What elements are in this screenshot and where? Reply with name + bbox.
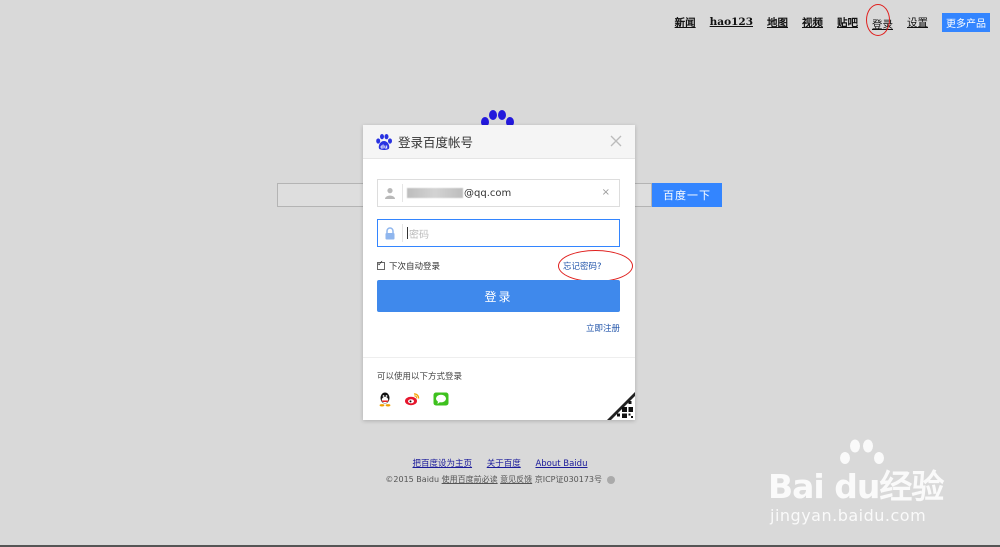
search-button[interactable]: 百度一下 <box>652 183 722 207</box>
password-placeholder: 密码 <box>409 229 429 241</box>
annotation-circle-login <box>866 3 890 36</box>
dialog-title: 登录百度帐号 <box>398 135 474 150</box>
watermark-title: Bai du经验 <box>768 467 944 506</box>
close-icon[interactable] <box>609 134 623 148</box>
login-dialog: du 登录百度帐号 @qq.com × 密码 下次自动登 <box>363 125 635 420</box>
nav-video[interactable]: 视频 <box>802 15 823 30</box>
wechat-icon[interactable] <box>433 391 449 407</box>
nav-login-wrapper: 登录 <box>866 3 893 36</box>
nav-tieba[interactable]: 贴吧 <box>837 15 858 30</box>
footer-link-about-en[interactable]: About Baidu <box>535 459 587 469</box>
footer-link-must-read[interactable]: 使用百度前必读 <box>442 475 498 484</box>
police-badge-icon <box>606 475 615 484</box>
svg-text:du: du <box>380 144 388 150</box>
icp-text: 京ICP证030173号 <box>534 475 603 484</box>
qq-icon[interactable] <box>377 391 393 407</box>
nav-hao123[interactable]: hao123 <box>710 16 753 28</box>
watermark-url: jingyan.baidu.com <box>770 506 927 525</box>
divider <box>363 357 635 358</box>
field-separator <box>402 184 403 202</box>
footer-link-about[interactable]: 关于百度 <box>487 459 521 469</box>
annotation-circle-forgot <box>558 250 633 282</box>
username-field[interactable]: @qq.com × <box>377 179 620 207</box>
baidu-paw-icon: du <box>376 133 392 150</box>
other-login-label: 可以使用以下方式登录 <box>377 372 463 382</box>
nav-settings[interactable]: 设置 <box>907 15 928 30</box>
register-link[interactable]: 立即注册 <box>586 322 620 334</box>
qrcode-icon[interactable] <box>607 392 635 420</box>
top-nav: 新闻 hao123 地图 视频 贴吧 登录 设置 更多产品 <box>661 3 990 36</box>
nav-map[interactable]: 地图 <box>767 15 788 30</box>
remember-label: 下次自动登录 <box>389 262 441 272</box>
text-caret <box>407 227 408 239</box>
dialog-header: du 登录百度帐号 <box>363 125 635 159</box>
login-button[interactable]: 登录 <box>377 280 620 312</box>
user-icon <box>378 180 402 206</box>
masked-username <box>407 188 463 198</box>
nav-news[interactable]: 新闻 <box>675 15 696 30</box>
footer-link-feedback[interactable]: 意见反馈 <box>500 475 532 484</box>
remember-checkbox[interactable] <box>377 259 385 270</box>
password-field[interactable]: 密码 <box>377 219 620 247</box>
more-products-button[interactable]: 更多产品 <box>942 12 990 32</box>
footer-link-sethome[interactable]: 把百度设为主页 <box>413 459 473 469</box>
copyright-text: ©2015 Baidu <box>385 475 440 484</box>
remember-me[interactable]: 下次自动登录 <box>377 259 441 272</box>
field-separator <box>402 224 403 242</box>
lock-icon <box>378 220 402 246</box>
weibo-icon[interactable] <box>404 391 420 407</box>
clear-icon[interactable]: × <box>602 188 610 198</box>
username-value: @qq.com <box>464 187 512 199</box>
baidu-jingyan-watermark: Bai du经验 jingyan.baidu.com <box>766 438 996 528</box>
